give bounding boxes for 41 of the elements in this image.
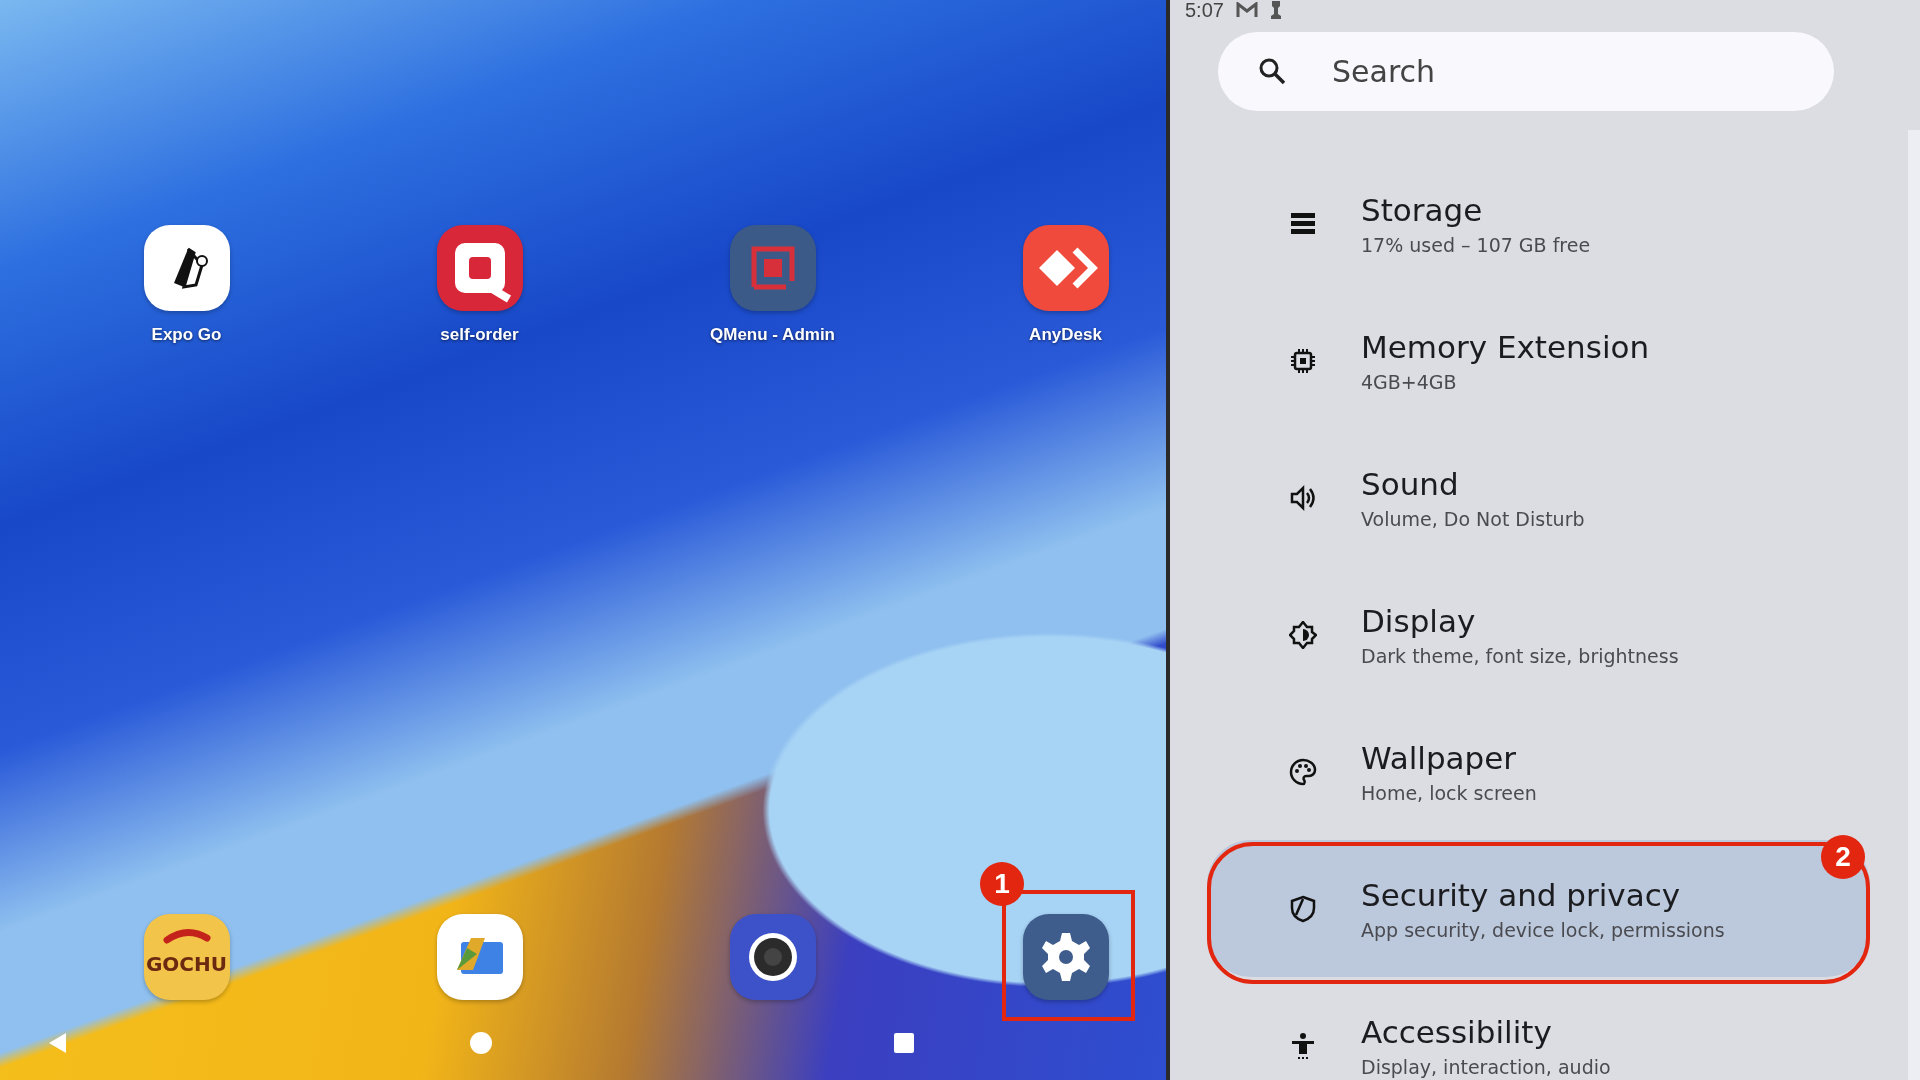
app-label: self-order: [440, 325, 519, 345]
item-title: Storage: [1361, 191, 1484, 228]
settings-item[interactable]: Display Dark theme, font size, brightness: [1207, 566, 1870, 703]
settings-item[interactable]: Sound Volume, Do Not Disturb: [1207, 429, 1870, 566]
triangle-logo-app-icon[interactable]: [143, 225, 230, 311]
brightness-icon: [1289, 620, 1317, 649]
folder-app-icon[interactable]: [436, 914, 523, 1000]
palette-icon: [1289, 757, 1317, 786]
search-field[interactable]: Search: [1218, 32, 1834, 111]
q-logo-app-icon[interactable]: [436, 225, 523, 311]
diamond-arrow-app-icon[interactable]: [1022, 225, 1109, 311]
accessibility-icon: [1289, 1031, 1317, 1060]
item-title: Display: [1361, 602, 1477, 639]
item-subtitle: Volume, Do Not Disturb: [1361, 507, 1585, 530]
shield-icon: [1289, 894, 1317, 923]
settings-item[interactable]: Storage 17% used – 107 GB free: [1207, 155, 1870, 292]
item-title: Accessibility: [1361, 1013, 1553, 1050]
item-title: Sound: [1361, 465, 1460, 502]
settings-item[interactable]: Memory Extension 4GB+4GB: [1207, 292, 1870, 429]
app-label: AnyDesk: [1029, 325, 1102, 345]
item-subtitle: Dark theme, font size, brightness: [1361, 644, 1679, 667]
app-icon-tile[interactable]: GOCHU: [143, 914, 230, 1000]
status-time: 5:07: [1185, 0, 1224, 22]
app-label: QMenu - Admin: [710, 325, 835, 345]
item-title: Security and privacy: [1361, 876, 1682, 913]
mail-icon: [1235, 2, 1258, 18]
chili-icon: [162, 926, 211, 946]
gear-app-icon[interactable]: [1022, 914, 1109, 1000]
camera-lens-app-icon[interactable]: [729, 914, 816, 1000]
logo-text: GOCHU: [144, 952, 229, 976]
speaker-icon: [1289, 483, 1317, 512]
item-title: Memory Extension: [1361, 328, 1650, 365]
item-subtitle: Home, lock screen: [1361, 781, 1537, 804]
item-subtitle: 17% used – 107 GB free: [1361, 233, 1591, 256]
settings-item[interactable]: Accessibility Display, interaction, audio: [1207, 977, 1870, 1080]
item-subtitle: 4GB+4GB: [1361, 370, 1458, 393]
chip-icon: [1289, 346, 1317, 375]
app-label: Expo Go: [151, 325, 222, 345]
item-title: Wallpaper: [1361, 739, 1518, 776]
item-subtitle: Display, interaction, audio: [1361, 1055, 1611, 1078]
item-subtitle: App security, device lock, permissions: [1361, 918, 1725, 941]
